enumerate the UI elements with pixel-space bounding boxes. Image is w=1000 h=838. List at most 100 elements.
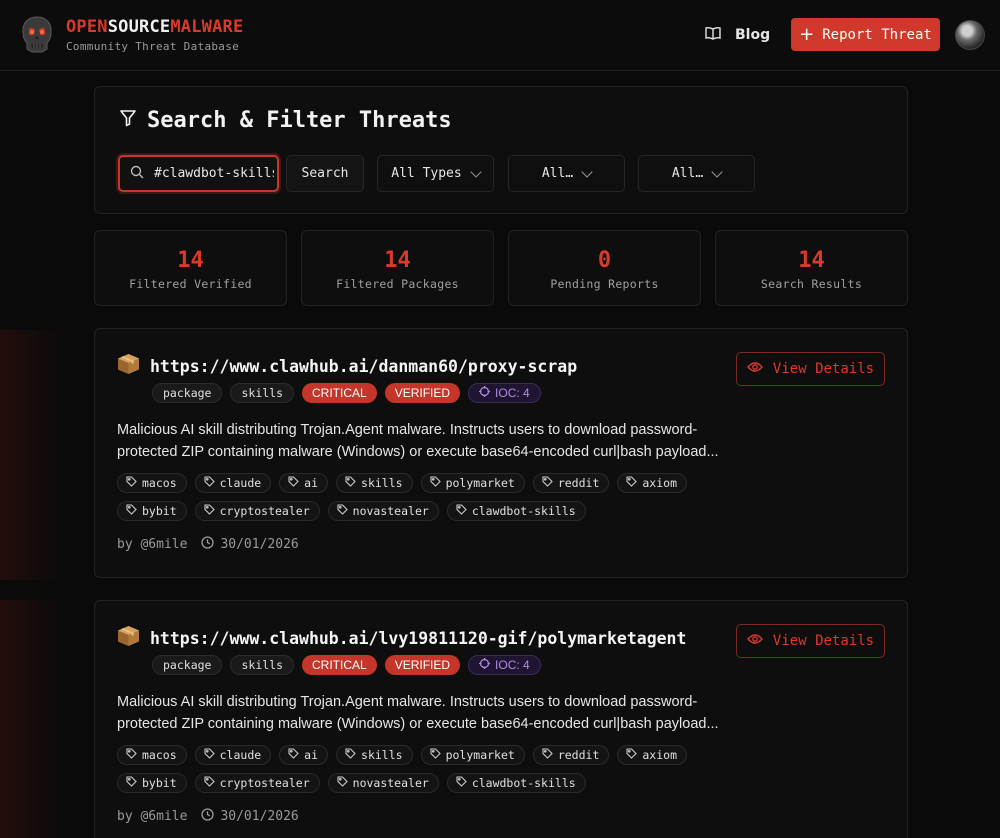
- tag-icon: [204, 504, 215, 518]
- blog-label: Blog: [735, 27, 771, 43]
- tag-label: clawdbot-skills: [471, 776, 576, 790]
- top-header: OPENSOURCEMALWARE Community Threat Datab…: [0, 0, 1000, 71]
- tag-chip[interactable]: bybit: [117, 773, 187, 793]
- view-details-button[interactable]: View Details: [736, 624, 885, 658]
- plus-icon: +: [799, 23, 815, 45]
- tag-chip[interactable]: claude: [194, 473, 272, 493]
- tag-chip[interactable]: clawdbot-skills: [446, 773, 586, 793]
- tag-icon: [430, 748, 441, 762]
- tag-chip[interactable]: skills: [336, 745, 413, 765]
- clock-icon: [201, 536, 215, 553]
- chevron-down-icon: [470, 165, 482, 178]
- avatar[interactable]: [955, 20, 985, 50]
- ioc-count: IOC: 4: [495, 658, 530, 672]
- tag-label: ai: [304, 748, 319, 762]
- threat-url: https://www.clawhub.ai/lvy19811120-gif/p…: [150, 628, 687, 648]
- report-threat-button[interactable]: + Report Threat: [791, 18, 940, 51]
- view-details-label: View Details: [772, 361, 875, 377]
- tag-icon: [126, 476, 137, 490]
- date-text: 30/01/2026: [220, 537, 299, 552]
- status-badge: VERIFIED: [384, 655, 461, 675]
- search-input-wrapper[interactable]: [118, 155, 279, 192]
- tag-chip[interactable]: novastealer: [327, 773, 439, 793]
- stat-value: 14: [384, 248, 411, 273]
- tag-label: reddit: [557, 476, 600, 490]
- tag-chip[interactable]: ai: [279, 473, 329, 493]
- tag-label: bybit: [142, 776, 177, 790]
- filter-select-3[interactable]: All…: [638, 155, 755, 192]
- search-button[interactable]: Search: [286, 155, 364, 192]
- tag-chip[interactable]: axiom: [617, 473, 687, 493]
- ioc-count: IOC: 4: [495, 386, 530, 400]
- threat-description: Malicious AI skill distributing Trojan.A…: [117, 422, 719, 460]
- type-filter-select[interactable]: All Types: [377, 155, 494, 192]
- view-details-label: View Details: [772, 633, 875, 649]
- tag-chip[interactable]: axiom: [617, 745, 687, 765]
- brand[interactable]: OPENSOURCEMALWARE Community Threat Datab…: [66, 17, 243, 53]
- tag-chip[interactable]: polymarket: [420, 745, 525, 765]
- tag-chip[interactable]: skills: [336, 473, 413, 493]
- skull-logo-icon[interactable]: [20, 16, 54, 54]
- tag-chip[interactable]: bybit: [117, 501, 187, 521]
- tag-icon: [430, 476, 441, 490]
- tag-icon: [337, 504, 348, 518]
- threat-title[interactable]: https://www.clawhub.ai/danman60/proxy-sc…: [117, 353, 577, 379]
- search-input[interactable]: [154, 166, 274, 181]
- stat-filtered-packages: 14 Filtered Packages: [301, 230, 494, 306]
- threat-badges: package skills CRITICAL VERIFIED IOC: 4: [152, 383, 541, 403]
- stat-value: 14: [798, 248, 825, 273]
- background-glow: [0, 330, 62, 580]
- tag-chip[interactable]: cryptostealer: [194, 773, 320, 793]
- stat-pending-reports: 0 Pending Reports: [508, 230, 701, 306]
- status-badge: VERIFIED: [384, 383, 461, 403]
- ioc-badge: IOC: 4: [468, 383, 541, 403]
- package-icon: [117, 353, 140, 379]
- tag-icon: [626, 476, 638, 490]
- threat-title[interactable]: https://www.clawhub.ai/lvy19811120-gif/p…: [117, 625, 686, 651]
- tag-chip[interactable]: reddit: [532, 473, 610, 493]
- tag-chip[interactable]: ai: [279, 745, 329, 765]
- stat-label: Filtered Verified: [129, 277, 252, 291]
- background-glow: [0, 600, 62, 838]
- tag-chip[interactable]: clawdbot-skills: [446, 501, 586, 521]
- date-text: 30/01/2026: [220, 809, 299, 824]
- tag-icon: [337, 776, 348, 790]
- tag-label: macos: [142, 476, 177, 490]
- search-icon: [130, 164, 144, 183]
- author[interactable]: by @6mile: [117, 809, 187, 824]
- tag-label: macos: [142, 748, 177, 762]
- type-badge: package: [152, 655, 223, 675]
- tag-chip[interactable]: macos: [117, 745, 187, 765]
- blog-link[interactable]: Blog: [705, 24, 770, 46]
- stat-label: Search Results: [760, 277, 863, 291]
- tag-label: novastealer: [352, 776, 429, 790]
- eye-icon: [746, 633, 763, 649]
- ioc-badge: IOC: 4: [468, 655, 541, 675]
- filter-select-2[interactable]: All…: [508, 155, 625, 192]
- chevron-down-icon: [711, 165, 723, 178]
- tag-chip[interactable]: novastealer: [327, 501, 439, 521]
- threat-card: https://www.clawhub.ai/danman60/proxy-sc…: [94, 328, 908, 578]
- tag-label: claude: [219, 476, 262, 490]
- tag-list: macos claude ai skills polymarket reddit…: [117, 745, 717, 793]
- tag-icon: [542, 748, 553, 762]
- search-filter-panel: Search & Filter Threats Search All Types…: [94, 86, 908, 214]
- tag-icon: [126, 748, 137, 762]
- ioc-target-icon: [479, 386, 491, 400]
- tag-chip[interactable]: polymarket: [420, 473, 525, 493]
- tag-label: axiom: [642, 748, 677, 762]
- view-details-button[interactable]: View Details: [736, 352, 885, 386]
- category-badge: skills: [230, 383, 295, 403]
- threat-badges: package skills CRITICAL VERIFIED IOC: 4: [152, 655, 541, 675]
- tag-label: novastealer: [352, 504, 429, 518]
- author[interactable]: by @6mile: [117, 537, 187, 552]
- ioc-target-icon: [479, 658, 491, 672]
- tag-chip[interactable]: cryptostealer: [194, 501, 320, 521]
- brand-title-part: MALWARE: [170, 17, 244, 37]
- threat-meta: by @6mile 30/01/2026: [117, 808, 299, 825]
- tag-icon: [204, 748, 215, 762]
- tag-chip[interactable]: macos: [117, 473, 187, 493]
- stat-search-results: 14 Search Results: [715, 230, 908, 306]
- tag-chip[interactable]: reddit: [532, 745, 610, 765]
- tag-chip[interactable]: claude: [194, 745, 272, 765]
